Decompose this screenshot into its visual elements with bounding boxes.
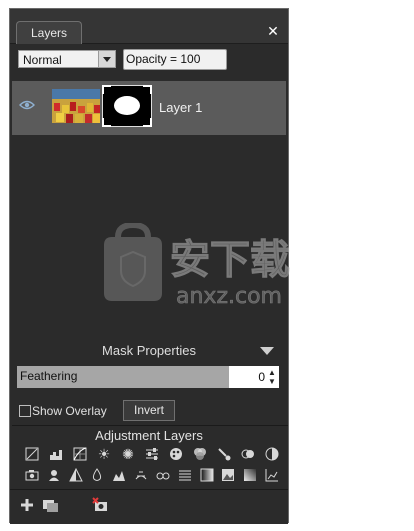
duplicate-layer-icon[interactable]: [42, 496, 60, 514]
svg-text:安下载: 安下载: [170, 237, 290, 283]
gradient-icon[interactable]: [242, 467, 258, 483]
tab-layers[interactable]: Layers: [16, 21, 83, 44]
opacity-field[interactable]: Opacity = 100: [123, 49, 227, 70]
selection-corner: [143, 118, 152, 127]
glasses-icon[interactable]: [155, 467, 171, 483]
drop-icon[interactable]: [89, 467, 105, 483]
tone-icon[interactable]: [111, 467, 127, 483]
divider: [12, 425, 288, 426]
layer-row[interactable]: Layer 1: [12, 81, 286, 135]
hue-circle-icon[interactable]: [240, 446, 256, 462]
show-overlay-checkbox[interactable]: [19, 405, 31, 417]
feathering-label: Feathering: [20, 369, 78, 383]
layer-mask-thumbnail[interactable]: [102, 85, 152, 127]
eye-icon[interactable]: [19, 100, 35, 110]
blend-mode-select[interactable]: Normal: [18, 50, 116, 68]
color-palette-icon[interactable]: [168, 446, 184, 462]
feathering-slider[interactable]: Feathering 0 ▲ ▼: [17, 366, 279, 388]
collapse-triangle-icon[interactable]: [260, 347, 274, 355]
chevron-down-icon[interactable]: [98, 51, 115, 67]
delete-layer-icon[interactable]: [92, 496, 110, 514]
invert-button[interactable]: Invert: [123, 400, 175, 421]
channels-icon[interactable]: [192, 446, 208, 462]
selection-corner: [102, 85, 111, 94]
show-overlay-label: Show Overlay: [32, 404, 107, 418]
bottom-toolbar: [10, 489, 288, 524]
exposure-sun-icon[interactable]: ✺: [120, 446, 136, 462]
selection-corner: [143, 85, 152, 94]
paint-brush-icon[interactable]: [216, 446, 232, 462]
panel-tabbar: Layers ✕: [10, 9, 288, 44]
image-icon[interactable]: [220, 467, 236, 483]
spin-arrows-icon[interactable]: ▲ ▼: [267, 368, 277, 386]
levels-icon[interactable]: [24, 446, 40, 462]
layer-thumbnail[interactable]: [52, 89, 100, 123]
contrast-circle-icon[interactable]: [264, 446, 280, 462]
texture-icon[interactable]: [133, 467, 149, 483]
mask-properties-title: Mask Properties: [102, 343, 196, 358]
close-icon[interactable]: ✕: [265, 23, 281, 39]
adjustment-row-1: ☀ ✺: [24, 446, 280, 464]
gradient-map-icon[interactable]: [199, 467, 215, 483]
photo-camera-icon[interactable]: [24, 467, 40, 483]
mask-shape: [114, 96, 140, 115]
curves-grid-icon[interactable]: [72, 446, 88, 462]
layer-name[interactable]: Layer 1: [159, 100, 202, 115]
portrait-icon[interactable]: [46, 467, 62, 483]
triangle-icon[interactable]: [68, 467, 84, 483]
sliders-icon[interactable]: [144, 446, 160, 462]
add-layer-icon[interactable]: [18, 496, 36, 514]
brightness-icon[interactable]: ☀: [96, 446, 112, 462]
adjustment-row-2: [24, 467, 280, 485]
line-chart-icon[interactable]: [264, 467, 280, 483]
watermark-logo: 安下载 anxz.com: [96, 221, 301, 309]
equalize-icon[interactable]: [177, 467, 193, 483]
adjustment-layers-title: Adjustment Layers: [95, 428, 203, 443]
histogram-icon[interactable]: [48, 446, 64, 462]
blend-mode-value: Normal: [23, 53, 62, 67]
svg-text:anxz.com: anxz.com: [176, 284, 282, 308]
layers-panel: Layers ✕ Normal Opacity = 100 Layer 1 安下…: [9, 8, 291, 524]
selection-corner: [102, 118, 111, 127]
feathering-value: 0: [258, 370, 265, 384]
